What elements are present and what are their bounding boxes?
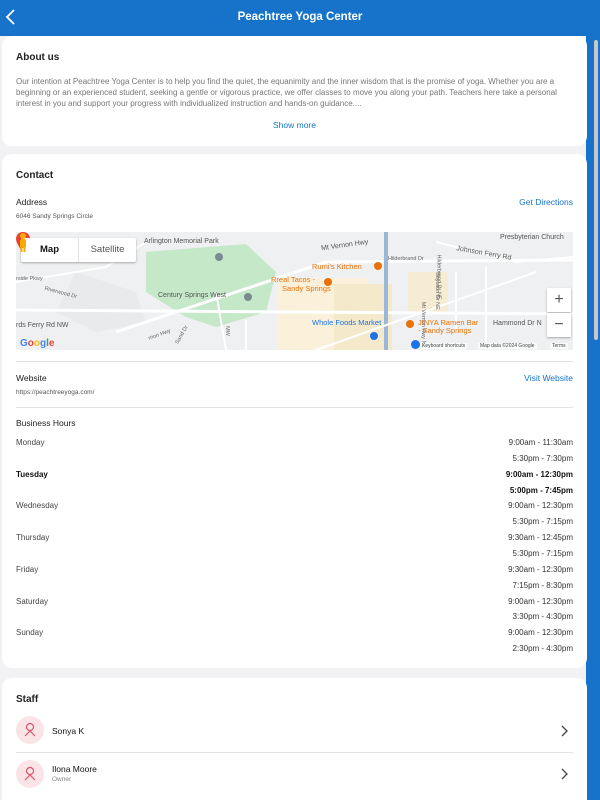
about-heading: About us — [16, 52, 60, 63]
visit-website-link[interactable]: Visit Website — [524, 373, 573, 383]
keyboard-icon — [411, 340, 420, 349]
address-value: 6046 Sandy Springs Circle — [16, 213, 93, 220]
app-header: Peachtree Yoga Center — [0, 0, 600, 36]
hours-day: Monday — [16, 438, 45, 447]
about-card: About us Our intention at Peachtree Yoga… — [2, 36, 587, 146]
zoom-out-button[interactable]: − — [547, 313, 571, 337]
location-map[interactable]: Arlington Memorial Park Mt Vernon Hwy Pr… — [16, 232, 573, 350]
divider — [16, 361, 573, 362]
chevron-right-icon[interactable] — [561, 768, 569, 780]
address-label: Address — [16, 197, 48, 207]
hours-day: Wednesday — [16, 501, 59, 511]
person-icon — [24, 766, 36, 781]
website-label: Website — [16, 373, 47, 383]
page-title: Peachtree Yoga Center — [237, 11, 363, 23]
map-label: Mt Vernon Hwy NE — [420, 301, 427, 349]
staff-name: Ilona Moore — [52, 764, 97, 774]
hours-time: 9:00am - 12:30pm — [508, 628, 573, 638]
hours-heading: Business Hours — [16, 418, 76, 428]
hours-time: 7:15pm - 8:30pm — [512, 580, 573, 590]
map-label-place: Rumi's Kitchen — [312, 262, 362, 271]
contact-card: Contact Address Get Directions 6046 Sand… — [2, 154, 587, 668]
hours-time: 9:00am - 12:30pm — [508, 501, 573, 511]
avatar — [16, 716, 44, 744]
map-label: Century Springs West — [158, 292, 226, 299]
staff-row[interactable]: Sonya K — [16, 716, 573, 756]
map-label: Arlington Memorial Park — [144, 238, 219, 245]
map-label: rds Ferry Rd NW — [16, 322, 69, 329]
hours-time: 9:30am - 12:45pm — [508, 533, 573, 543]
about-text: Our intention at Peachtree Yoga Center i… — [16, 77, 557, 108]
hours-time: 9:30am - 12:30pm — [508, 564, 573, 574]
hours-day: Thursday — [16, 533, 50, 543]
divider — [16, 407, 573, 408]
street-view-pegman-icon[interactable] — [16, 232, 30, 252]
staff-name: Sonya K — [52, 726, 85, 736]
divider — [16, 752, 573, 753]
satellite-tab[interactable]: Satellite — [79, 238, 136, 262]
map-type-toggle: Map Satellite — [21, 238, 136, 262]
get-directions-link[interactable]: Get Directions — [519, 197, 573, 207]
hours-time: 5:30pm - 7:30pm — [512, 453, 573, 463]
hours-time: 5:30pm - 7:15pm — [512, 548, 573, 558]
staff-card: Staff Sonya K Ilona Moore Owner — [2, 678, 587, 800]
map-label-place: Rreal Tacos - — [271, 275, 316, 284]
google-logo: Google — [20, 338, 55, 349]
map-label-place: Whole Foods Market — [312, 318, 382, 327]
map-data-attribution: Map data ©2024 Google — [478, 343, 537, 349]
website-url: https://peachtreeyoga.com/ — [16, 389, 95, 396]
hours-day: Tuesday — [16, 469, 48, 479]
chevron-right-icon[interactable] — [561, 725, 569, 737]
hours-time: 5:00pm - 7:45pm — [509, 485, 573, 495]
hours-day: Sunday — [16, 628, 44, 638]
keyboard-shortcuts-link[interactable]: Keyboard shortcuts — [420, 343, 468, 349]
show-more-link[interactable]: Show more — [2, 120, 587, 130]
terms-link[interactable]: Terms — [550, 343, 568, 349]
staff-heading: Staff — [16, 694, 39, 705]
hours-time: 2:30pm - 4:30pm — [512, 644, 573, 653]
map-label: Hilderbrand Dr NE — [435, 254, 442, 300]
map-label: Hilderbrand Dr — [388, 256, 424, 262]
hours-day: Friday — [16, 564, 39, 574]
hours-time: 3:30pm - 4:30pm — [512, 612, 573, 622]
map-label: Hammond Dr N — [493, 320, 542, 327]
hours-day: Saturday — [16, 596, 49, 606]
map-label: Presbyterian Church — [500, 234, 564, 241]
hours-time: 9:00am - 12:30pm — [505, 469, 573, 479]
contact-heading: Contact — [16, 170, 54, 181]
person-icon — [24, 722, 36, 737]
map-label-place: Sandy Springs — [282, 284, 331, 293]
staff-row[interactable]: Ilona Moore Owner — [16, 760, 573, 800]
avatar — [16, 760, 44, 788]
zoom-in-button[interactable]: + — [547, 288, 571, 312]
hours-time: 9:00am - 12:30pm — [508, 596, 573, 606]
staff-role: Owner — [52, 776, 72, 783]
hours-time: 5:30pm - 7:15pm — [512, 517, 573, 527]
scrollbar[interactable] — [594, 40, 598, 340]
hours-time: 9:00am - 11:30am — [508, 438, 573, 447]
map-label: rside Pkwy — [16, 276, 43, 282]
map-label: MW — [223, 326, 230, 336]
